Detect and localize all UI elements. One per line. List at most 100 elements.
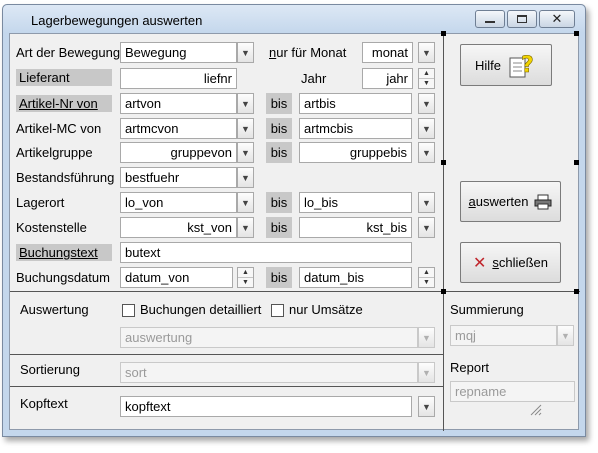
chevron-down-icon[interactable]: ▼ (418, 42, 435, 63)
chevron-down-icon[interactable]: ▼ (418, 327, 435, 348)
chevron-down-icon[interactable]: ▼ (237, 93, 254, 114)
kstvon-field[interactable]: kst_von (120, 217, 237, 238)
artikelgruppe-label: Artikelgruppe (16, 145, 93, 160)
artmcbis-field[interactable]: artmcbis (299, 118, 412, 139)
monat-field[interactable]: monat (362, 42, 413, 63)
report-field[interactable]: repname (450, 381, 575, 402)
close-button[interactable]: ✕ (539, 10, 575, 28)
chevron-down-icon[interactable]: ▼ (418, 396, 435, 417)
kopftext-label: Kopftext (20, 396, 68, 411)
auswertung-label: Auswertung (20, 302, 89, 317)
spin-down-icon[interactable]: ▼ (419, 78, 434, 88)
auswerten-button[interactable]: auswerten (460, 181, 561, 222)
kstbis-field[interactable]: kst_bis (299, 217, 412, 238)
vertical-divider (443, 34, 444, 431)
chevron-down-icon[interactable]: ▼ (418, 142, 435, 163)
jahr-label: Jahr (301, 71, 327, 86)
umsatz-checkbox[interactable] (271, 304, 284, 317)
datum-label: Buchungsdatum (16, 270, 110, 285)
selection-handle (441, 289, 446, 294)
selection-handle (574, 160, 579, 165)
butext-field[interactable]: butext (120, 242, 412, 263)
help-icon: ? (509, 53, 534, 78)
close-icon: ✕ (551, 11, 563, 26)
jahr-field[interactable]: jahr (362, 68, 413, 89)
schliessen-button[interactable]: ✕ schließen (460, 242, 561, 283)
artikelmc-label: Artikel-MC von (16, 121, 102, 136)
chevron-down-icon[interactable]: ▼ (237, 42, 254, 63)
chevron-down-icon[interactable]: ▼ (237, 192, 254, 213)
minimize-icon (485, 21, 495, 23)
gruppevon-field[interactable]: gruppevon (120, 142, 237, 163)
bis-label: bis (266, 192, 292, 213)
window-title: Lagerbewegungen auswerten (31, 13, 203, 28)
maximize-button[interactable] (507, 10, 537, 28)
sortierung-select[interactable]: sort (120, 362, 418, 383)
app-window: Lagerbewegungen auswerten ✕ Art der Bewe… (2, 4, 586, 437)
selection-handle (441, 31, 446, 36)
lieferant-label: Lieferant (16, 69, 112, 86)
spin-up-icon[interactable]: ▲ (238, 268, 253, 277)
bis-label: bis (266, 118, 292, 139)
form-client-area: Art der Bewegung Bewegung ▼ nur für Mona… (9, 31, 580, 431)
selection-handle (574, 31, 579, 36)
hilfe-button[interactable]: Hilfe ? (460, 44, 552, 86)
art-select[interactable]: Bewegung (120, 42, 237, 63)
lobis-field[interactable]: lo_bis (299, 192, 412, 213)
title-bar[interactable]: Lagerbewegungen auswerten ✕ (3, 5, 585, 33)
spin-up-icon[interactable]: ▲ (419, 268, 434, 277)
datumvon-spinner[interactable]: ▲ ▼ (237, 267, 254, 288)
spin-up-icon[interactable]: ▲ (419, 69, 434, 78)
resize-grip-icon[interactable] (528, 402, 542, 416)
artmcvon-field[interactable]: artmcvon (120, 118, 237, 139)
bestand-select[interactable]: bestfuehr (120, 167, 237, 188)
summierung-select[interactable]: mqj (450, 325, 557, 346)
chevron-down-icon[interactable]: ▼ (418, 93, 435, 114)
datumbis-spinner[interactable]: ▲ ▼ (418, 267, 435, 288)
kst-label: Kostenstelle (16, 220, 87, 235)
lieferant-field[interactable]: liefnr (120, 68, 237, 89)
auswertung-select[interactable]: auswertung (120, 327, 418, 348)
selection-handle (441, 160, 446, 165)
kopftext-field[interactable]: kopftext (120, 396, 412, 417)
report-label: Report (450, 360, 490, 375)
art-label: Art der Bewegung (16, 45, 121, 60)
chevron-down-icon[interactable]: ▼ (237, 217, 254, 238)
spin-down-icon[interactable]: ▼ (238, 277, 253, 287)
summierung-label: Summierung (450, 302, 524, 317)
schliessen-button-label: schließen (492, 255, 549, 270)
bis-label: bis (266, 217, 292, 238)
chevron-down-icon[interactable]: ▼ (237, 118, 254, 139)
minimize-button[interactable] (475, 10, 505, 28)
section-divider-2 (10, 354, 443, 355)
auswerten-button-label: auswerten (468, 194, 529, 209)
chevron-down-icon[interactable]: ▼ (237, 167, 254, 188)
detail-checkbox[interactable] (122, 304, 135, 317)
maximize-icon (517, 15, 527, 23)
butext-label: Buchungstext (16, 244, 112, 261)
x-icon: ✕ (472, 254, 487, 272)
monat-label: nur für Monat (269, 45, 347, 60)
chevron-down-icon[interactable]: ▼ (418, 217, 435, 238)
section-divider-3 (10, 386, 443, 387)
selection-handle (574, 289, 579, 294)
datumbis-field[interactable]: datum_bis (299, 267, 412, 288)
bis-label: bis (266, 142, 292, 163)
umsatz-checkbox-label: nur Umsätze (289, 302, 363, 317)
chevron-down-icon[interactable]: ▼ (418, 192, 435, 213)
chevron-down-icon[interactable]: ▼ (557, 325, 574, 346)
hilfe-button-label: Hilfe (474, 57, 501, 73)
sortierung-label: Sortierung (20, 362, 80, 377)
chevron-down-icon[interactable]: ▼ (418, 362, 435, 383)
lovon-field[interactable]: lo_von (120, 192, 237, 213)
artvon-field[interactable]: artvon (120, 93, 237, 114)
gruppebis-field[interactable]: gruppebis (299, 142, 412, 163)
artbis-field[interactable]: artbis (299, 93, 412, 114)
printer-icon (534, 194, 552, 209)
chevron-down-icon[interactable]: ▼ (418, 118, 435, 139)
jahr-spinner[interactable]: ▲ ▼ (418, 68, 435, 89)
section-divider-1 (10, 291, 580, 292)
datumvon-field[interactable]: datum_von (120, 267, 233, 288)
spin-down-icon[interactable]: ▼ (419, 277, 434, 287)
chevron-down-icon[interactable]: ▼ (237, 142, 254, 163)
